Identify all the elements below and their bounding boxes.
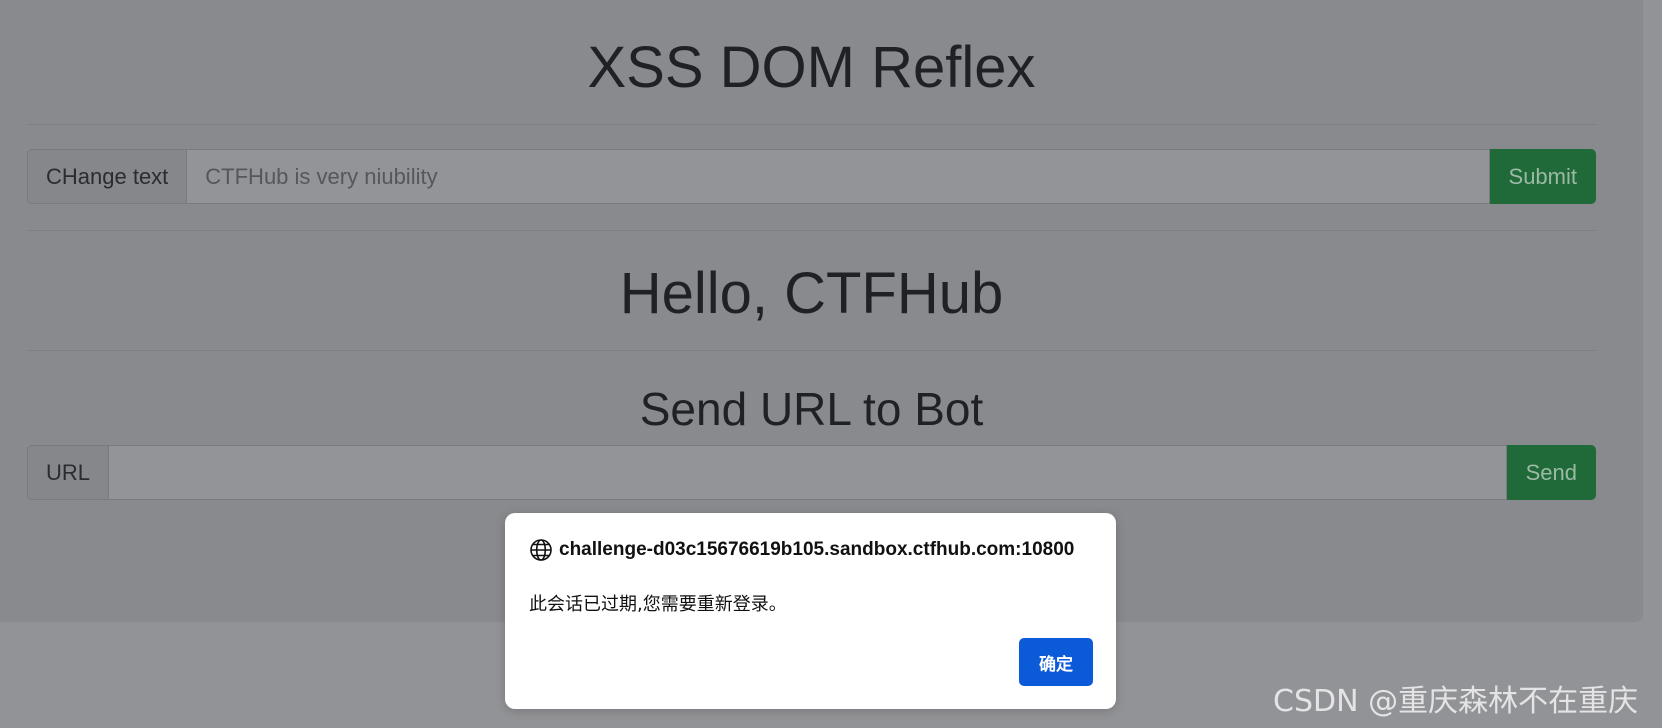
change-text-form: CHange text Submit <box>27 149 1596 204</box>
globe-icon <box>529 538 553 562</box>
send-url-heading: Send URL to Bot <box>639 383 984 435</box>
alert-dialog: challenge-d03c15676619b105.sandbox.ctfhu… <box>505 513 1116 709</box>
url-label: URL <box>27 445 109 500</box>
divider <box>27 230 1596 231</box>
divider <box>27 124 1596 125</box>
ok-button[interactable]: 确定 <box>1019 638 1093 686</box>
send-url-form: URL Send <box>27 445 1596 500</box>
url-input[interactable] <box>108 445 1507 500</box>
page-title: XSS DOM Reflex <box>587 35 1036 100</box>
watermark: CSDN @重庆森林不在重庆 <box>1273 684 1639 719</box>
dialog-origin-text: challenge-d03c15676619b105.sandbox.ctfhu… <box>559 539 1075 560</box>
greeting-text: Hello, CTFHub <box>619 261 1004 326</box>
dialog-message: 此会话已过期,您需要重新登录。 <box>529 594 787 615</box>
dialog-origin: challenge-d03c15676619b105.sandbox.ctfhu… <box>529 538 1074 562</box>
change-text-label: CHange text <box>27 149 187 204</box>
divider <box>27 350 1596 351</box>
send-button[interactable]: Send <box>1506 445 1596 500</box>
change-text-input[interactable] <box>186 149 1490 204</box>
submit-button[interactable]: Submit <box>1489 149 1596 204</box>
